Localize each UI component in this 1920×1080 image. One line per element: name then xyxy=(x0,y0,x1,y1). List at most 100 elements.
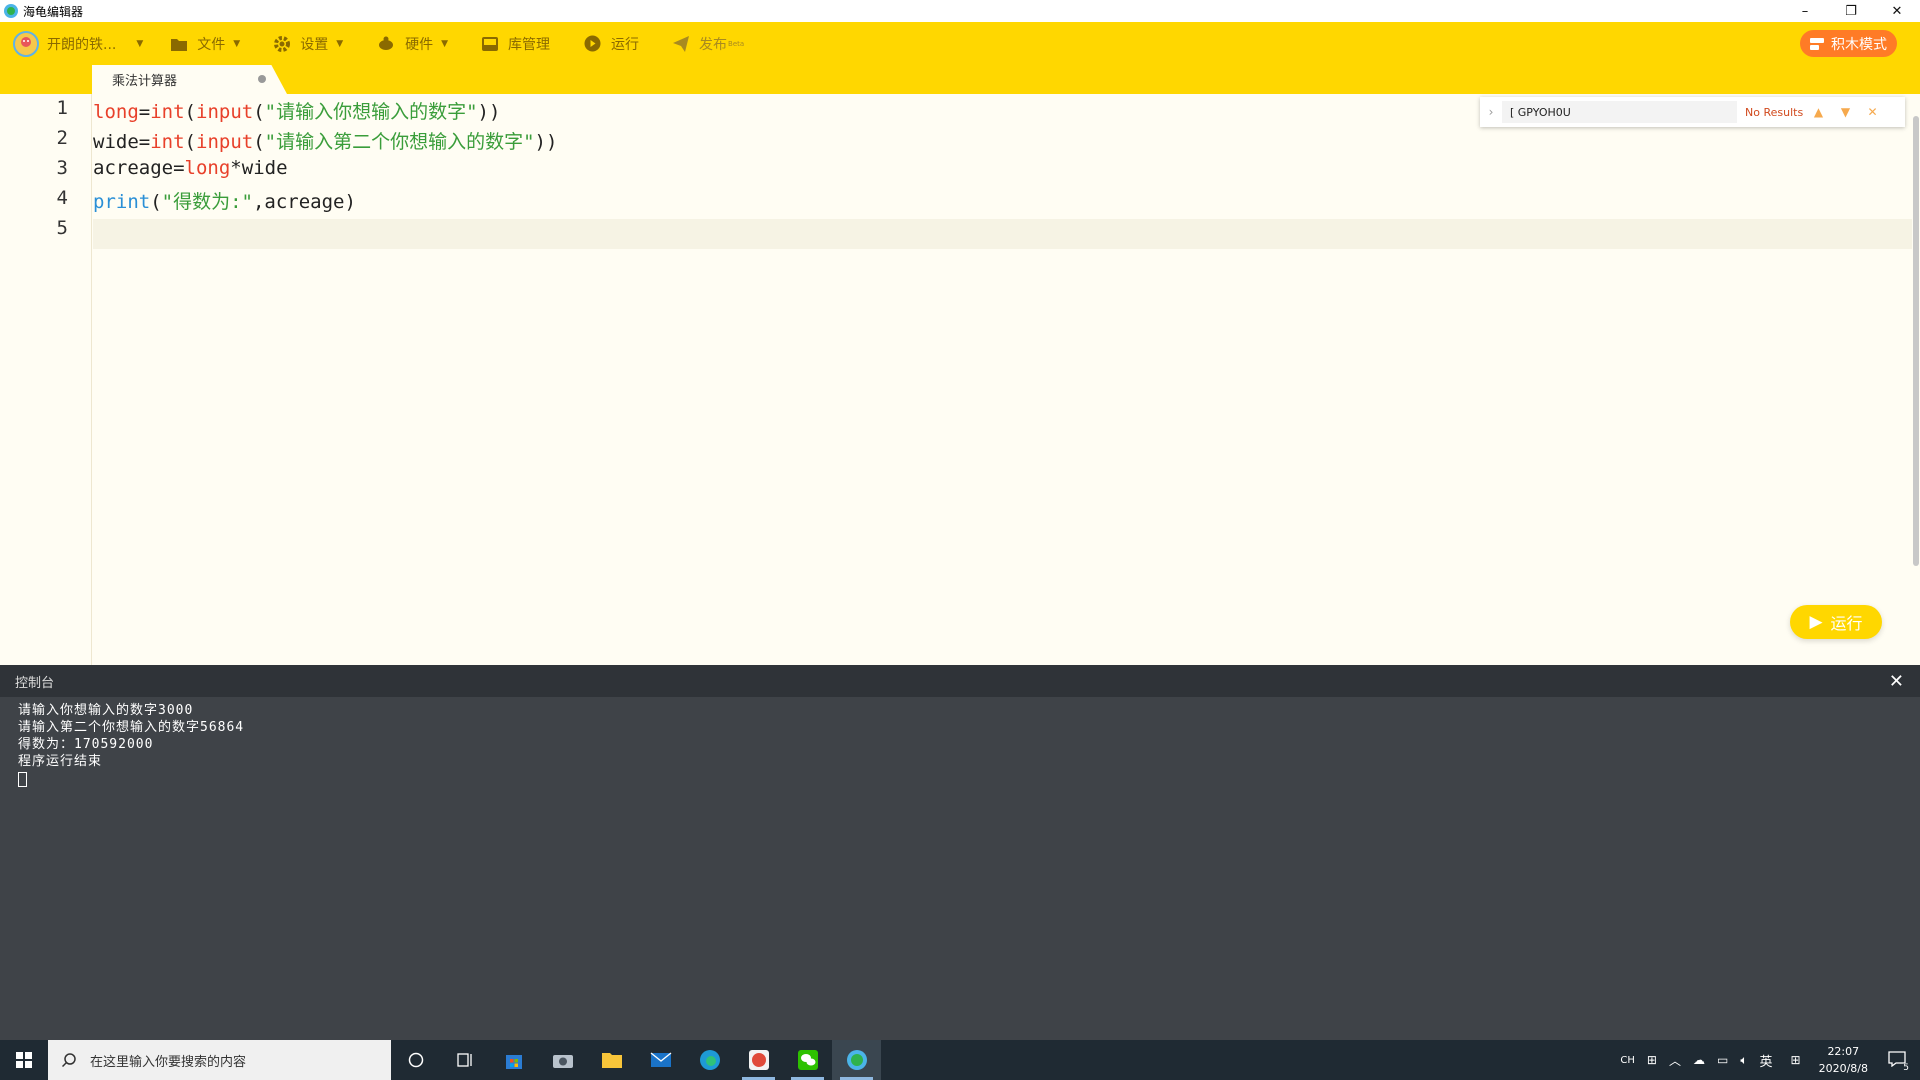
edge-icon xyxy=(699,1050,720,1070)
next-match-icon[interactable]: ▼ xyxy=(1832,105,1859,119)
code-token: "请输入你想输入的数字" xyxy=(264,101,478,123)
turtle-icon xyxy=(379,36,394,50)
hardware-menu[interactable]: 硬件 ▼ xyxy=(377,34,448,54)
task-view-icon xyxy=(456,1053,472,1067)
network-icon[interactable]: ▭ xyxy=(1717,1053,1728,1067)
close-console-icon[interactable]: ✕ xyxy=(1889,671,1904,692)
tab-multiplication-calculator[interactable]: 乘法计算器 xyxy=(92,65,287,94)
code-token: = xyxy=(138,131,151,153)
editor-scrollbar[interactable] xyxy=(1912,94,1920,665)
chevron-up-icon[interactable]: ︿ xyxy=(1669,1052,1681,1069)
user-menu[interactable]: 开朗的铁... ▼ xyxy=(47,34,143,54)
mail-app[interactable] xyxy=(636,1040,685,1080)
restore-button[interactable]: ❐ xyxy=(1828,0,1874,22)
chevron-down-icon: ▼ xyxy=(336,38,344,49)
close-button[interactable]: ✕ xyxy=(1874,0,1920,22)
code-line[interactable]: wide=int(input("请输入第二个你想输入的数字")) xyxy=(93,127,557,154)
block-mode-button[interactable]: 积木模式 xyxy=(1800,30,1897,57)
ime-grid-icon[interactable]: ⊞ xyxy=(1791,1053,1801,1067)
play-icon: ▶ xyxy=(1809,612,1823,632)
code-line[interactable]: print("得数为:",acreage) xyxy=(93,187,356,214)
ime-indicator[interactable]: 英 xyxy=(1760,1051,1773,1070)
task-view-button[interactable] xyxy=(440,1040,489,1080)
start-button[interactable] xyxy=(0,1040,48,1080)
window-title: 海龟编辑器 xyxy=(23,4,84,19)
cortana-button[interactable] xyxy=(391,1040,440,1080)
user-avatar[interactable] xyxy=(13,30,39,57)
edge-app[interactable] xyxy=(685,1040,734,1080)
console-line: 请输入你想输入的数字3000 xyxy=(18,703,194,718)
code-token: )) xyxy=(477,101,501,123)
search-icon xyxy=(62,1053,76,1067)
taskbar-search[interactable]: 在这里输入你要搜索的内容 xyxy=(48,1040,391,1080)
library-manager-label: 库管理 xyxy=(508,36,551,53)
minimize-button[interactable]: – xyxy=(1782,0,1828,22)
clock[interactable]: 22:07 2020/8/8 xyxy=(1819,1043,1868,1077)
console-header: 控制台 ✕ xyxy=(0,665,1920,697)
code-token: ( xyxy=(184,131,196,153)
chevron-right-icon[interactable]: › xyxy=(1480,105,1502,119)
code-token: wide xyxy=(241,157,288,179)
red-app[interactable] xyxy=(734,1040,783,1080)
wechat-icon xyxy=(797,1050,818,1070)
scrollbar-thumb[interactable] xyxy=(1913,116,1919,566)
beta-badge: Beta xyxy=(728,39,745,48)
run-button-label: 运行 xyxy=(1830,614,1863,633)
notification-count: 5 xyxy=(1901,1062,1911,1073)
volume-icon[interactable]: 🔈︎ xyxy=(1740,1053,1747,1068)
line-number-gutter: 1 2 3 4 5 xyxy=(0,94,92,665)
settings-menu[interactable]: 设置 ▼ xyxy=(274,34,343,54)
blocks-icon xyxy=(1810,37,1824,50)
code-token: "请输入第二个你想输入的数字" xyxy=(264,131,535,153)
windows-taskbar: 在这里输入你要搜索的内容 CH ⊞ ︿ ☁ ▭ 🔈︎ 英 ⊞ 22:07 202… xyxy=(0,1040,1920,1080)
code-token: long xyxy=(184,157,231,179)
wechat-app[interactable] xyxy=(783,1040,832,1080)
console-line: 得数为：170592000 xyxy=(18,737,154,752)
settings-menu-label: 设置 xyxy=(300,36,329,53)
toolbar-run-button[interactable]: 运行 xyxy=(584,34,639,54)
block-mode-label: 积木模式 xyxy=(1831,36,1887,53)
code-token: = xyxy=(173,157,185,179)
code-token: "得数为:" xyxy=(161,191,253,213)
store-app[interactable] xyxy=(489,1040,538,1080)
inbox-icon xyxy=(482,36,499,51)
code-token: ( xyxy=(184,101,196,123)
publish-label: 发布 xyxy=(699,36,728,53)
cloud-icon[interactable]: ☁ xyxy=(1693,1053,1705,1067)
clock-time: 22:07 xyxy=(1827,1045,1860,1058)
mail-icon xyxy=(650,1052,671,1067)
paper-plane-icon xyxy=(673,35,690,52)
camera-app[interactable] xyxy=(538,1040,587,1080)
chevron-down-icon: ▼ xyxy=(136,38,144,49)
line-number: 2 xyxy=(56,127,68,149)
code-editor[interactable]: 12345 long=int(input("请输入你想输入的数字")) wide=… xyxy=(0,94,1920,665)
language-indicator[interactable]: CH xyxy=(1620,1055,1635,1066)
system-tray: CH ⊞ ︿ ☁ ▭ 🔈︎ 英 ⊞ 22:07 2020/8/8 5 xyxy=(1620,1040,1920,1080)
folder-icon xyxy=(171,38,188,51)
clock-date: 2020/8/8 xyxy=(1818,1062,1868,1075)
run-button[interactable]: ▶ 运行 xyxy=(1790,605,1882,639)
code-line[interactable]: acreage=long*wide xyxy=(93,157,288,179)
close-find-icon[interactable]: ✕ xyxy=(1859,105,1886,119)
library-manager-button[interactable]: 库管理 xyxy=(482,34,550,54)
code-token: ,acreage) xyxy=(252,191,356,213)
console-cursor xyxy=(18,772,27,787)
file-explorer-app[interactable] xyxy=(587,1040,636,1080)
code-token: int xyxy=(150,101,185,123)
windows-logo-icon xyxy=(16,1052,32,1068)
console-output[interactable]: 请输入你想输入的数字3000 请输入第二个你想输入的数字56864 得数为：17… xyxy=(0,697,1920,1040)
code-line[interactable]: long=int(input("请输入你想输入的数字")) xyxy=(93,97,500,124)
console-line: 程序运行结束 xyxy=(18,754,103,769)
turtle-editor-app[interactable] xyxy=(832,1040,881,1080)
console-title: 控制台 xyxy=(15,675,55,691)
previous-match-icon[interactable]: ▲ xyxy=(1805,105,1832,119)
code-token: * xyxy=(230,157,242,179)
keyboard-icon[interactable]: ⊞ xyxy=(1647,1053,1657,1067)
find-input[interactable]: [ GPYOH0U xyxy=(1502,101,1737,123)
hardware-menu-label: 硬件 xyxy=(405,36,434,53)
code-token: print xyxy=(93,191,151,213)
unsaved-dot-icon[interactable] xyxy=(258,75,266,83)
publish-button[interactable]: 发布 Beta xyxy=(673,34,744,54)
file-menu[interactable]: 文件 ▼ xyxy=(171,34,240,54)
notification-icon[interactable]: 5 xyxy=(1888,1050,1911,1073)
